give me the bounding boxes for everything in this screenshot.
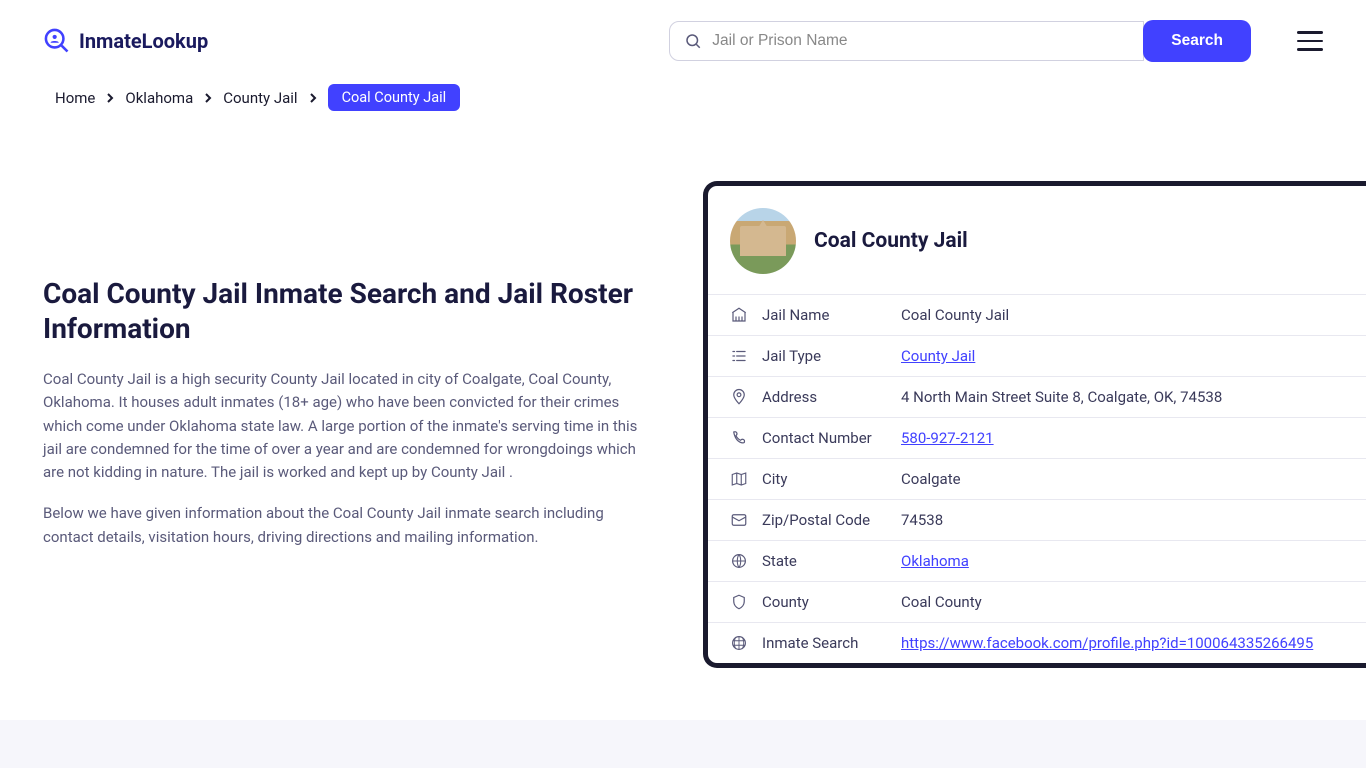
logo[interactable]: InmateLookup <box>43 27 208 55</box>
row-value: Coalgate <box>901 470 1344 488</box>
info-row: Jail Name Coal County Jail <box>708 294 1366 335</box>
building-icon <box>730 306 748 324</box>
row-value: 74538 <box>901 511 1344 529</box>
row-label: State <box>762 552 887 570</box>
world-icon <box>730 634 748 652</box>
info-row: Jail Type County Jail <box>708 335 1366 376</box>
info-row: Zip/Postal Code 74538 <box>708 499 1366 540</box>
row-label: Jail Name <box>762 306 887 324</box>
row-label: Zip/Postal Code <box>762 511 887 529</box>
magnifier-person-icon <box>43 27 71 55</box>
breadcrumb-state[interactable]: Oklahoma <box>125 89 193 107</box>
chevron-right-icon <box>308 93 318 103</box>
map-icon <box>730 470 748 488</box>
mail-icon <box>730 511 748 529</box>
breadcrumb: Home Oklahoma County Jail Coal County Ja… <box>0 82 1366 111</box>
page-title: Coal County Jail Inmate Search and Jail … <box>43 276 643 346</box>
row-value: 4 North Main Street Suite 8, Coalgate, O… <box>901 388 1344 406</box>
info-row: Contact Number 580-927-2121 <box>708 417 1366 458</box>
row-label: Jail Type <box>762 347 887 365</box>
search-button[interactable]: Search <box>1143 20 1251 62</box>
search-form: Search <box>669 20 1251 62</box>
chevron-right-icon <box>203 93 213 103</box>
row-value[interactable]: 580-927-2121 <box>901 429 1344 447</box>
row-label: Address <box>762 388 887 406</box>
breadcrumb-type[interactable]: County Jail <box>223 89 297 107</box>
row-value: Coal County <box>901 593 1344 611</box>
row-value[interactable]: https://www.facebook.com/profile.php?id=… <box>901 634 1344 652</box>
info-row: County Coal County <box>708 581 1366 622</box>
intro-paragraph-2: Below we have given information about th… <box>43 502 643 549</box>
info-row: State Oklahoma <box>708 540 1366 581</box>
breadcrumb-home[interactable]: Home <box>55 89 95 107</box>
card-title: Coal County Jail <box>814 229 968 253</box>
list-icon <box>730 347 748 365</box>
row-label: Contact Number <box>762 429 887 447</box>
row-label: Inmate Search <box>762 634 887 652</box>
hamburger-menu-icon[interactable] <box>1297 31 1323 51</box>
row-value[interactable]: Oklahoma <box>901 552 1344 570</box>
row-value: Coal County Jail <box>901 306 1344 324</box>
chevron-right-icon <box>105 93 115 103</box>
logo-text: InmateLookup <box>79 29 208 53</box>
breadcrumb-current: Coal County Jail <box>328 84 461 111</box>
shield-icon <box>730 593 748 611</box>
info-row: City Coalgate <box>708 458 1366 499</box>
row-label: City <box>762 470 887 488</box>
search-icon <box>684 32 702 50</box>
pin-icon <box>730 388 748 406</box>
row-value[interactable]: County Jail <box>901 347 1344 365</box>
info-row: Address 4 North Main Street Suite 8, Coal… <box>708 376 1366 417</box>
row-label: County <box>762 593 887 611</box>
info-row: Inmate Search https://www.facebook.com/pr… <box>708 622 1366 663</box>
footer-band <box>0 720 1366 768</box>
search-input[interactable] <box>712 32 1129 50</box>
jail-avatar <box>730 208 796 274</box>
phone-icon <box>730 429 748 447</box>
intro-paragraph-1: Coal County Jail is a high security Coun… <box>43 368 643 484</box>
jail-info-card: Coal County Jail Jail Name Coal County Ja… <box>703 181 1366 668</box>
globe-icon <box>730 552 748 570</box>
